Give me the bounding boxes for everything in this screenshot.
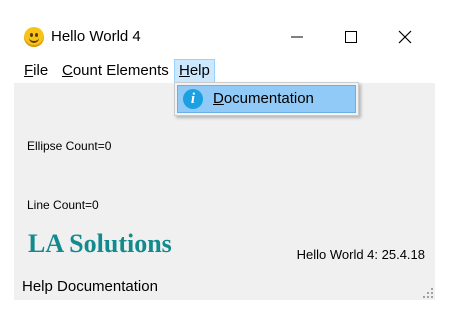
ellipse-count-label: Ellipse Count=0 — [27, 139, 112, 153]
smiley-face-icon[interactable] — [24, 27, 44, 47]
brand-label: LA Solutions — [28, 229, 172, 258]
version-label: Hello World 4: 25.4.18 — [296, 247, 425, 262]
line-count-label: Line Count=0 — [27, 198, 99, 212]
menu-item-documentation-label: Documentation — [213, 90, 314, 107]
menu-help-mnemonic: H — [179, 62, 190, 79]
minimize-icon — [291, 36, 303, 38]
status-bar-text: Help Documentation — [22, 278, 158, 295]
window-title: Hello World 4 — [51, 28, 141, 45]
menu-bar: File Count Elements Help — [14, 59, 435, 83]
maximize-icon — [345, 31, 357, 43]
app-window: Hello World 4 File Count Elements Help E… — [14, 14, 435, 300]
documentation-label-rest: ocumentation — [223, 90, 314, 107]
minimize-button[interactable] — [270, 14, 324, 59]
title-bar[interactable]: Hello World 4 — [14, 14, 435, 59]
menu-help[interactable]: Help — [174, 59, 215, 83]
help-dropdown-menu: i Documentation — [174, 82, 359, 116]
documentation-mnemonic: D — [213, 90, 224, 107]
menu-file-mnemonic: F — [24, 62, 34, 79]
close-button[interactable] — [378, 14, 432, 59]
menu-count-label: ount Elements — [72, 62, 169, 79]
resize-grip-icon[interactable] — [423, 288, 433, 298]
menu-count-elements[interactable]: Count Elements — [58, 59, 173, 83]
maximize-button[interactable] — [324, 14, 378, 59]
menu-count-mnemonic: C — [62, 62, 73, 79]
menu-file-label: ile — [33, 62, 49, 79]
menu-help-label: elp — [189, 62, 210, 79]
info-icon: i — [183, 89, 203, 109]
close-icon — [398, 30, 412, 44]
menu-item-documentation[interactable]: i Documentation — [177, 85, 356, 113]
menu-file[interactable]: File — [20, 59, 52, 83]
